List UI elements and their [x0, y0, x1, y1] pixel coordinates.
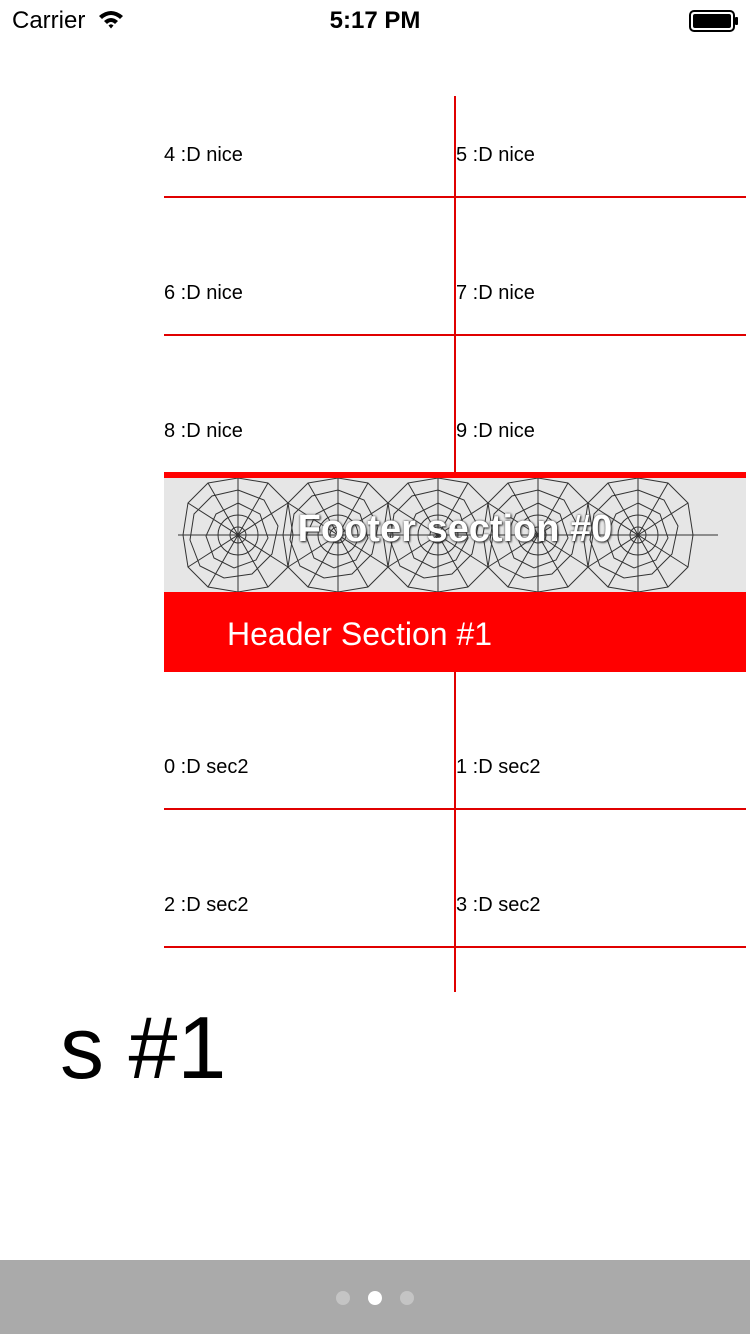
battery-icon: [689, 10, 738, 32]
status-time: 5:17 PM: [329, 7, 421, 34]
row-divider: [164, 946, 746, 948]
grid-cell[interactable]: 1 :D sec2: [456, 755, 540, 779]
grid-cell[interactable]: 7 :D nice: [456, 281, 535, 305]
grid-cell[interactable]: 4 :D nice: [164, 143, 243, 167]
header-section: Header Section #1: [164, 592, 746, 672]
page-indicator-dot[interactable]: [400, 1291, 414, 1305]
grid-cell[interactable]: 0 :D sec2: [164, 755, 248, 779]
row-divider: [164, 196, 746, 198]
header-section-label: Header Section #1: [227, 616, 493, 652]
grid-cell[interactable]: 2 :D sec2: [164, 893, 248, 917]
grid-cell[interactable]: 9 :D nice: [456, 419, 535, 443]
row-divider: [164, 334, 746, 336]
status-bar: Carrier 5:17 PM: [0, 0, 750, 40]
page-control-bar: [0, 1260, 750, 1334]
row-divider: [164, 808, 746, 810]
grid-cell[interactable]: 8 :D nice: [164, 419, 243, 443]
grid-cell[interactable]: 5 :D nice: [456, 143, 535, 167]
collection-grid[interactable]: 4 :D nice 5 :D nice 6 :D nice 7 :D nice …: [164, 96, 746, 992]
page-title: s #1: [60, 998, 227, 1097]
page-indicator-dot[interactable]: [368, 1291, 382, 1305]
page-indicator-dot[interactable]: [336, 1291, 350, 1305]
grid-cell[interactable]: 6 :D nice: [164, 281, 243, 305]
footer-section: Footer section #0: [164, 472, 746, 592]
footer-section-label: Footer section #0: [297, 508, 613, 550]
grid-cell[interactable]: 3 :D sec2: [456, 893, 540, 917]
